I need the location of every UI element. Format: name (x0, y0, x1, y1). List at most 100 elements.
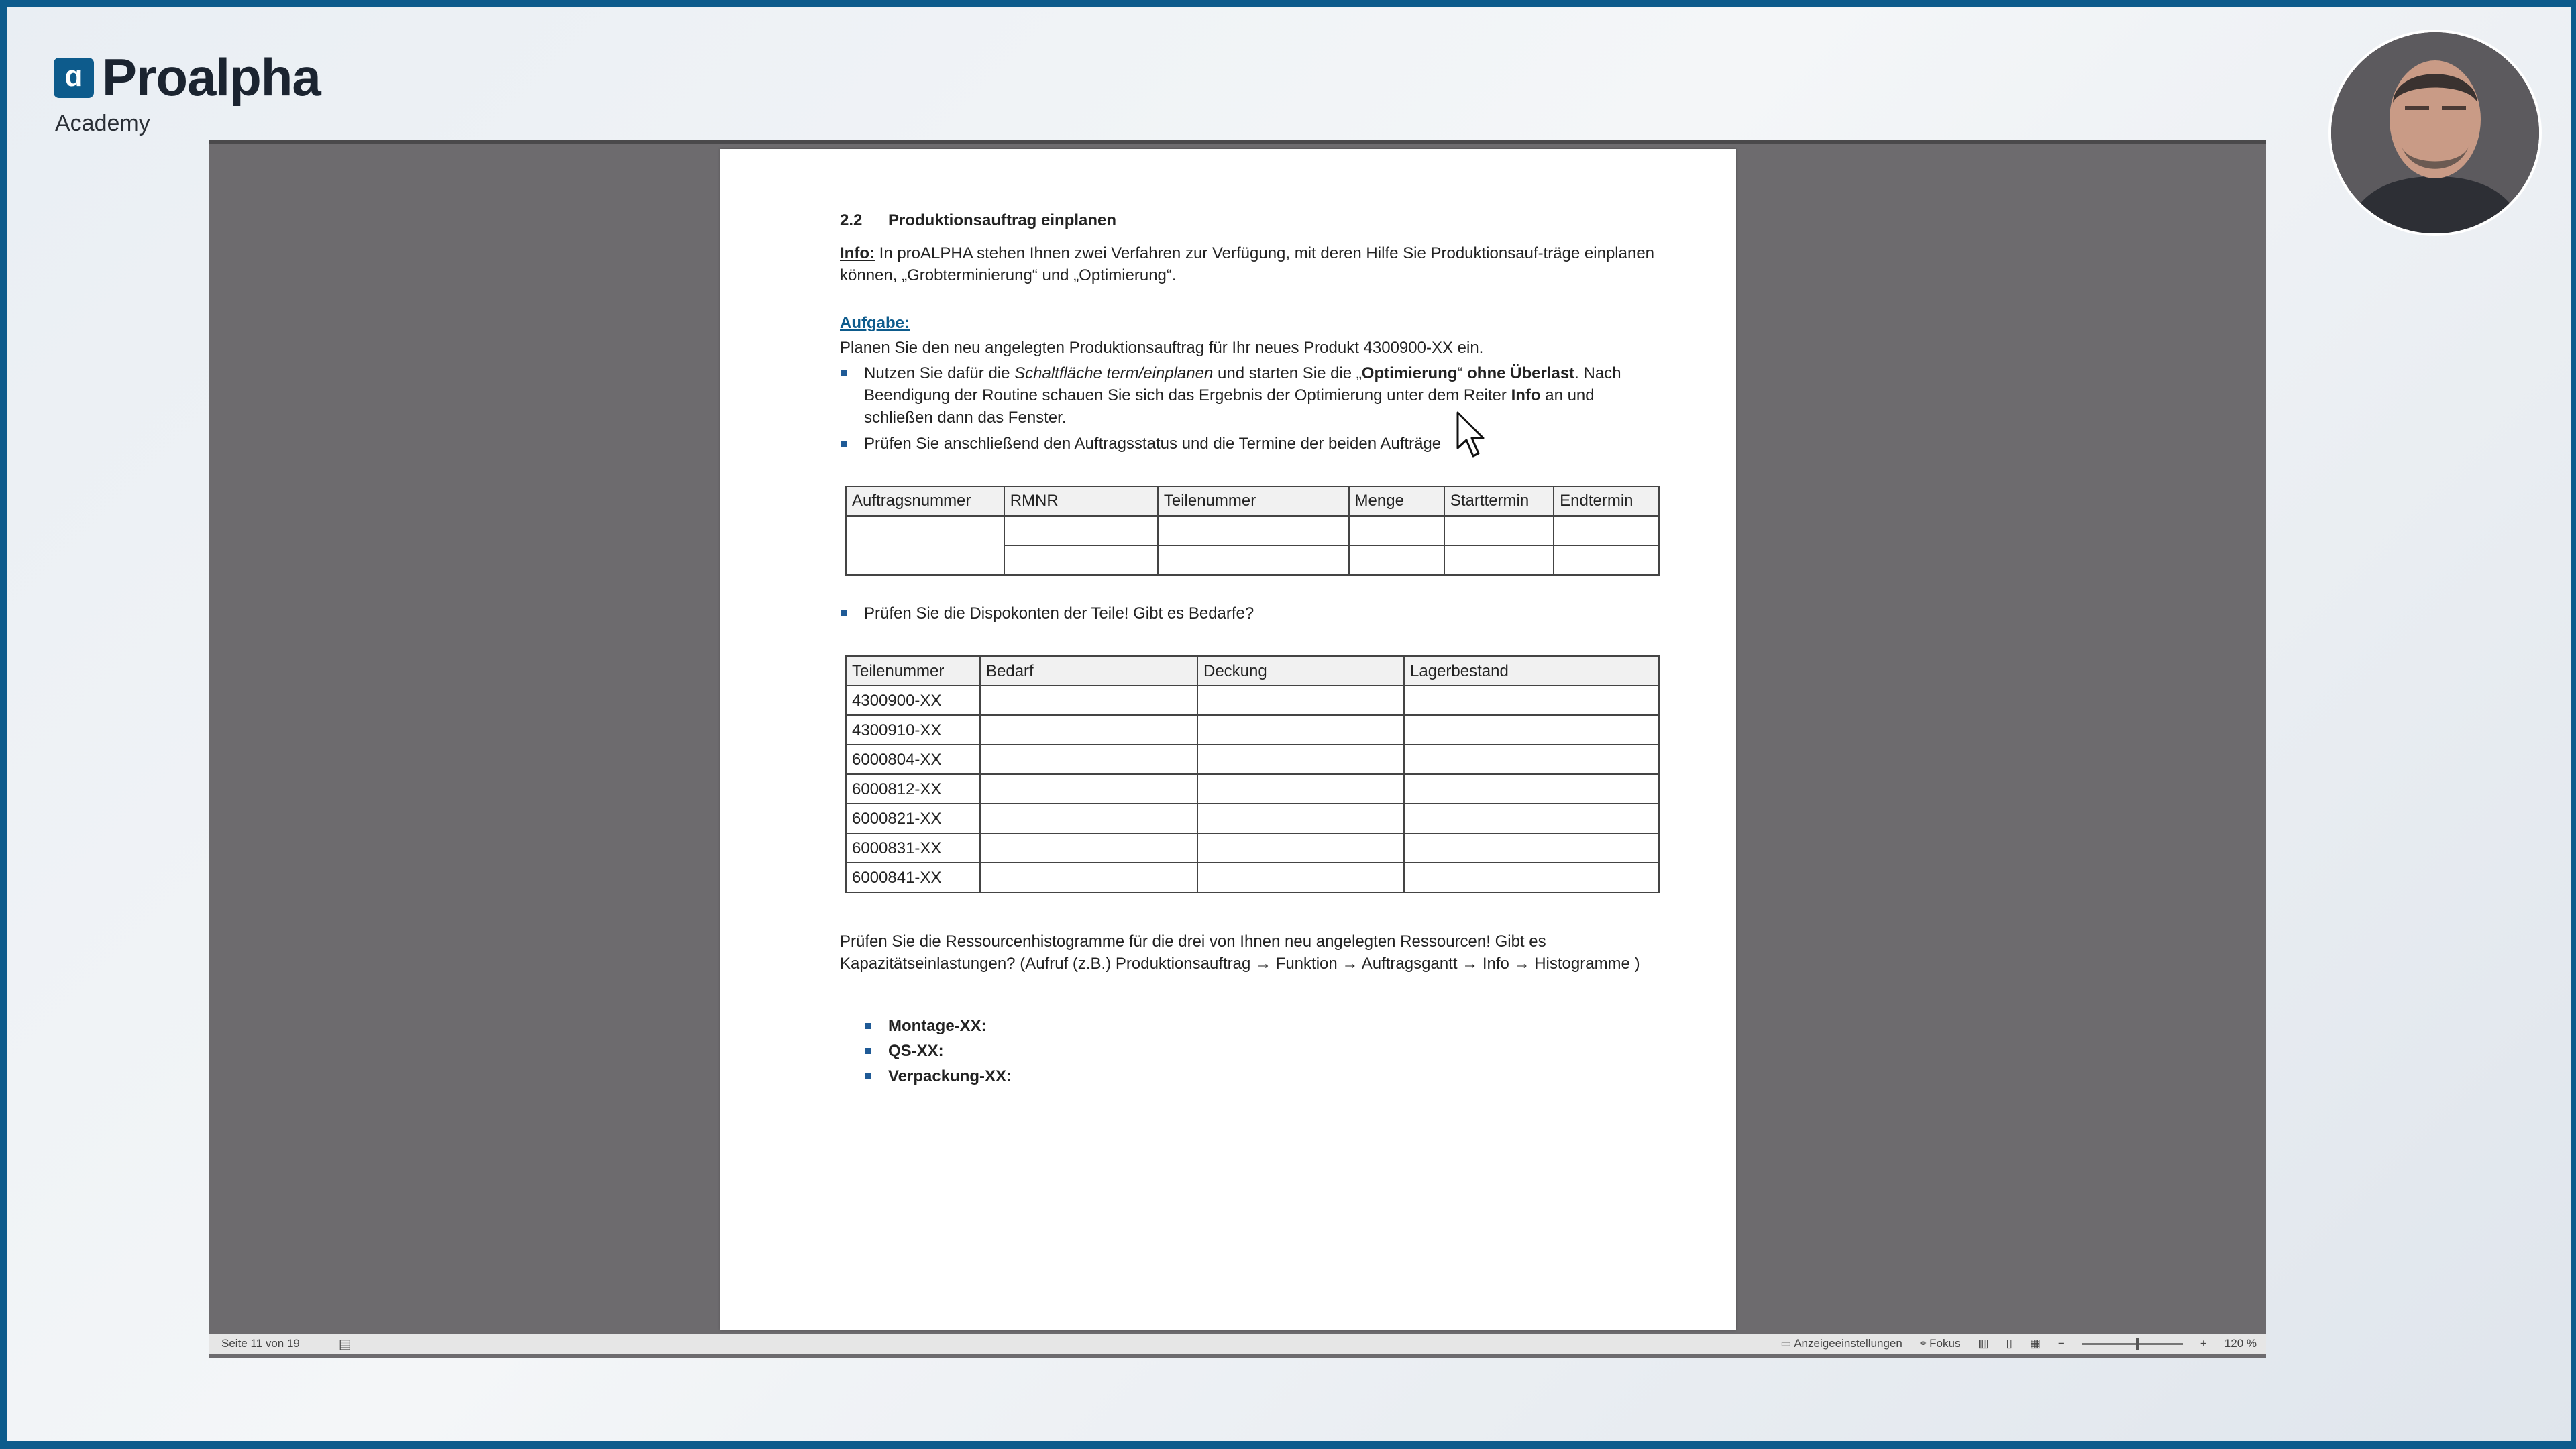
table-row: 4300900-XX (845, 685, 1660, 716)
table-cell[interactable] (1553, 544, 1660, 576)
table-cell[interactable] (1403, 803, 1660, 835)
focus-icon: ⌖ (1919, 1337, 1930, 1350)
table-header-cell: Menge (1348, 485, 1445, 517)
bullet1-bold-optimierung: Optimierung (1361, 364, 1458, 382)
brand-logo-icon: ɑ (54, 57, 94, 98)
table-cell[interactable] (1348, 544, 1445, 576)
table-cell[interactable] (1403, 744, 1660, 775)
bullet1-italic: Schaltfläche term/einplanen (1014, 364, 1214, 382)
table-header-cell: RMNR (1003, 485, 1159, 517)
table-cell[interactable] (1003, 544, 1159, 576)
resource-item-montage: Montage-XX: (865, 1015, 1658, 1037)
zoom-out-button[interactable]: − (2058, 1337, 2065, 1350)
table-cell[interactable] (1197, 862, 1405, 894)
table-header-cell: Auftragsnummer (845, 485, 1005, 517)
table-cell[interactable] (979, 833, 1198, 864)
webcam-presenter-video (2331, 32, 2539, 233)
bullet-item-dispo: Prüfen Sie die Dispokonten der Teile! Gi… (841, 602, 1658, 625)
display-settings-button[interactable]: ▭ Anzeigeeinstellungen (1780, 1337, 1902, 1350)
table-cell[interactable] (979, 714, 1198, 746)
table-cell[interactable] (1157, 544, 1350, 576)
part-number-cell: 6000804-XX (845, 744, 981, 775)
table-cell[interactable] (1197, 773, 1405, 805)
part-number-cell: 6000841-XX (845, 862, 981, 894)
table-cell[interactable] (1197, 833, 1405, 864)
table-header-row: Auftragsnummer RMNR Teilenummer Menge St… (845, 485, 1660, 517)
info-label: Info: (840, 244, 875, 263)
zoom-in-button[interactable]: + (2200, 1337, 2207, 1350)
document-content: 2.2 Produktionsauftrag einplanen Info: In… (840, 209, 1660, 1090)
bullet1-text-e: “ (1457, 364, 1468, 382)
table-cell[interactable] (979, 862, 1198, 894)
bullet1-bold-ueberlast: ohne Überlast (1467, 364, 1575, 382)
word-document-window: 2.2 Produktionsauftrag einplanen Info: In… (209, 140, 2266, 1358)
table-cell[interactable] (1197, 714, 1405, 746)
presenter-silhouette (2331, 32, 2539, 233)
task-label: Aufgabe: (840, 314, 910, 333)
proofing-icon[interactable]: ▤ (339, 1336, 352, 1352)
table-cell[interactable] (1348, 515, 1445, 546)
table-header-cell: Endtermin (1553, 485, 1660, 517)
zoom-level[interactable]: 120 % (2224, 1337, 2257, 1350)
table-row: 6000812-XX (845, 773, 1660, 805)
part-number-cell: 4300900-XX (845, 685, 981, 716)
table-header-cell: Teilenummer (1157, 485, 1350, 517)
table-cell[interactable] (1443, 544, 1555, 576)
print-layout-icon[interactable]: ▯ (2006, 1337, 2012, 1350)
table-cell[interactable] (1403, 773, 1660, 805)
table-cell[interactable] (1157, 515, 1350, 546)
zoom-slider[interactable] (2082, 1337, 2183, 1350)
table-header-cell: Starttermin (1443, 485, 1555, 517)
part-number-cell: 6000812-XX (845, 773, 981, 805)
table-cell[interactable] (1403, 685, 1660, 716)
section-heading: 2.2 Produktionsauftrag einplanen (840, 209, 1658, 231)
table-cell[interactable] (979, 685, 1198, 716)
display-settings-icon: ▭ (1780, 1337, 1794, 1350)
table-header-cell: Lagerbestand (1403, 655, 1660, 687)
bullet-item-status: Prüfen Sie anschließend den Auftragsstat… (841, 433, 1658, 455)
focus-label: Fokus (1929, 1337, 1961, 1350)
status-bar-right-controls: ▭ Anzeigeeinstellungen ⌖ Fokus ▥ ▯ ▦ − +… (1780, 1337, 2257, 1350)
info-paragraph: Info: In proALPHA stehen Ihnen zwei Verf… (840, 242, 1658, 286)
table-cell[interactable] (979, 803, 1198, 835)
table-row: 6000831-XX (845, 833, 1660, 864)
table-header-row: Teilenummer Bedarf Deckung Lagerbestand (845, 655, 1660, 687)
document-page[interactable]: 2.2 Produktionsauftrag einplanen Info: In… (720, 149, 1736, 1330)
table-cell[interactable] (1197, 803, 1405, 835)
part-number-cell: 4300910-XX (845, 714, 981, 746)
table-cell[interactable] (845, 515, 1005, 576)
resources-paragraph: Prüfen Sie die Ressourcenhistogramme für… (840, 932, 1640, 973)
table-cell[interactable] (1403, 862, 1660, 894)
table-cell[interactable] (1443, 515, 1555, 546)
resource-item-verpackung: Verpackung-XX: (865, 1065, 1658, 1087)
table-header-cell: Deckung (1197, 655, 1405, 687)
bullet1-text-a: Nutzen Sie dafür die (864, 364, 1015, 382)
table-cell[interactable] (1197, 685, 1405, 716)
table-row: 6000841-XX (845, 862, 1660, 894)
page-counter[interactable]: Seite 11 von 19 (221, 1337, 300, 1350)
orders-table: Auftragsnummer RMNR Teilenummer Menge St… (845, 485, 1660, 576)
focus-button[interactable]: ⌖ Fokus (1920, 1337, 1961, 1350)
table-cell[interactable] (1553, 515, 1660, 546)
table-cell[interactable] (979, 744, 1198, 775)
bullet-item-optimization: Nutzen Sie dafür die Schaltfläche term/e… (841, 362, 1658, 429)
brand-name: Proalpha (102, 48, 321, 107)
table-cell[interactable] (1197, 744, 1405, 775)
table-cell[interactable] (1003, 515, 1159, 546)
zoom-slider-thumb[interactable] (2135, 1337, 2139, 1350)
status-bar: Seite 11 von 19 ▤ ▭ Anzeigeeinstellungen… (209, 1334, 2266, 1354)
table-header-cell: Teilenummer (845, 655, 981, 687)
table-row: 6000821-XX (845, 803, 1660, 835)
task-bullet-list: Nutzen Sie dafür die Schaltfläche term/e… (840, 362, 1658, 455)
part-number-cell: 6000821-XX (845, 803, 981, 835)
read-mode-icon[interactable]: ▥ (1978, 1337, 1988, 1350)
table-cell[interactable] (979, 773, 1198, 805)
mouse-cursor-icon (1456, 411, 1485, 458)
bullet1-text-c: und starten Sie die „ (1213, 364, 1362, 382)
table-cell[interactable] (1403, 714, 1660, 746)
table-cell[interactable] (1403, 833, 1660, 864)
dispo-bullet-list: Prüfen Sie die Dispokonten der Teile! Gi… (840, 602, 1658, 625)
brand-subtitle: Academy (55, 111, 150, 136)
web-layout-icon[interactable]: ▦ (2030, 1337, 2041, 1350)
info-text: In proALPHA stehen Ihnen zwei Verfahren … (840, 244, 1655, 285)
